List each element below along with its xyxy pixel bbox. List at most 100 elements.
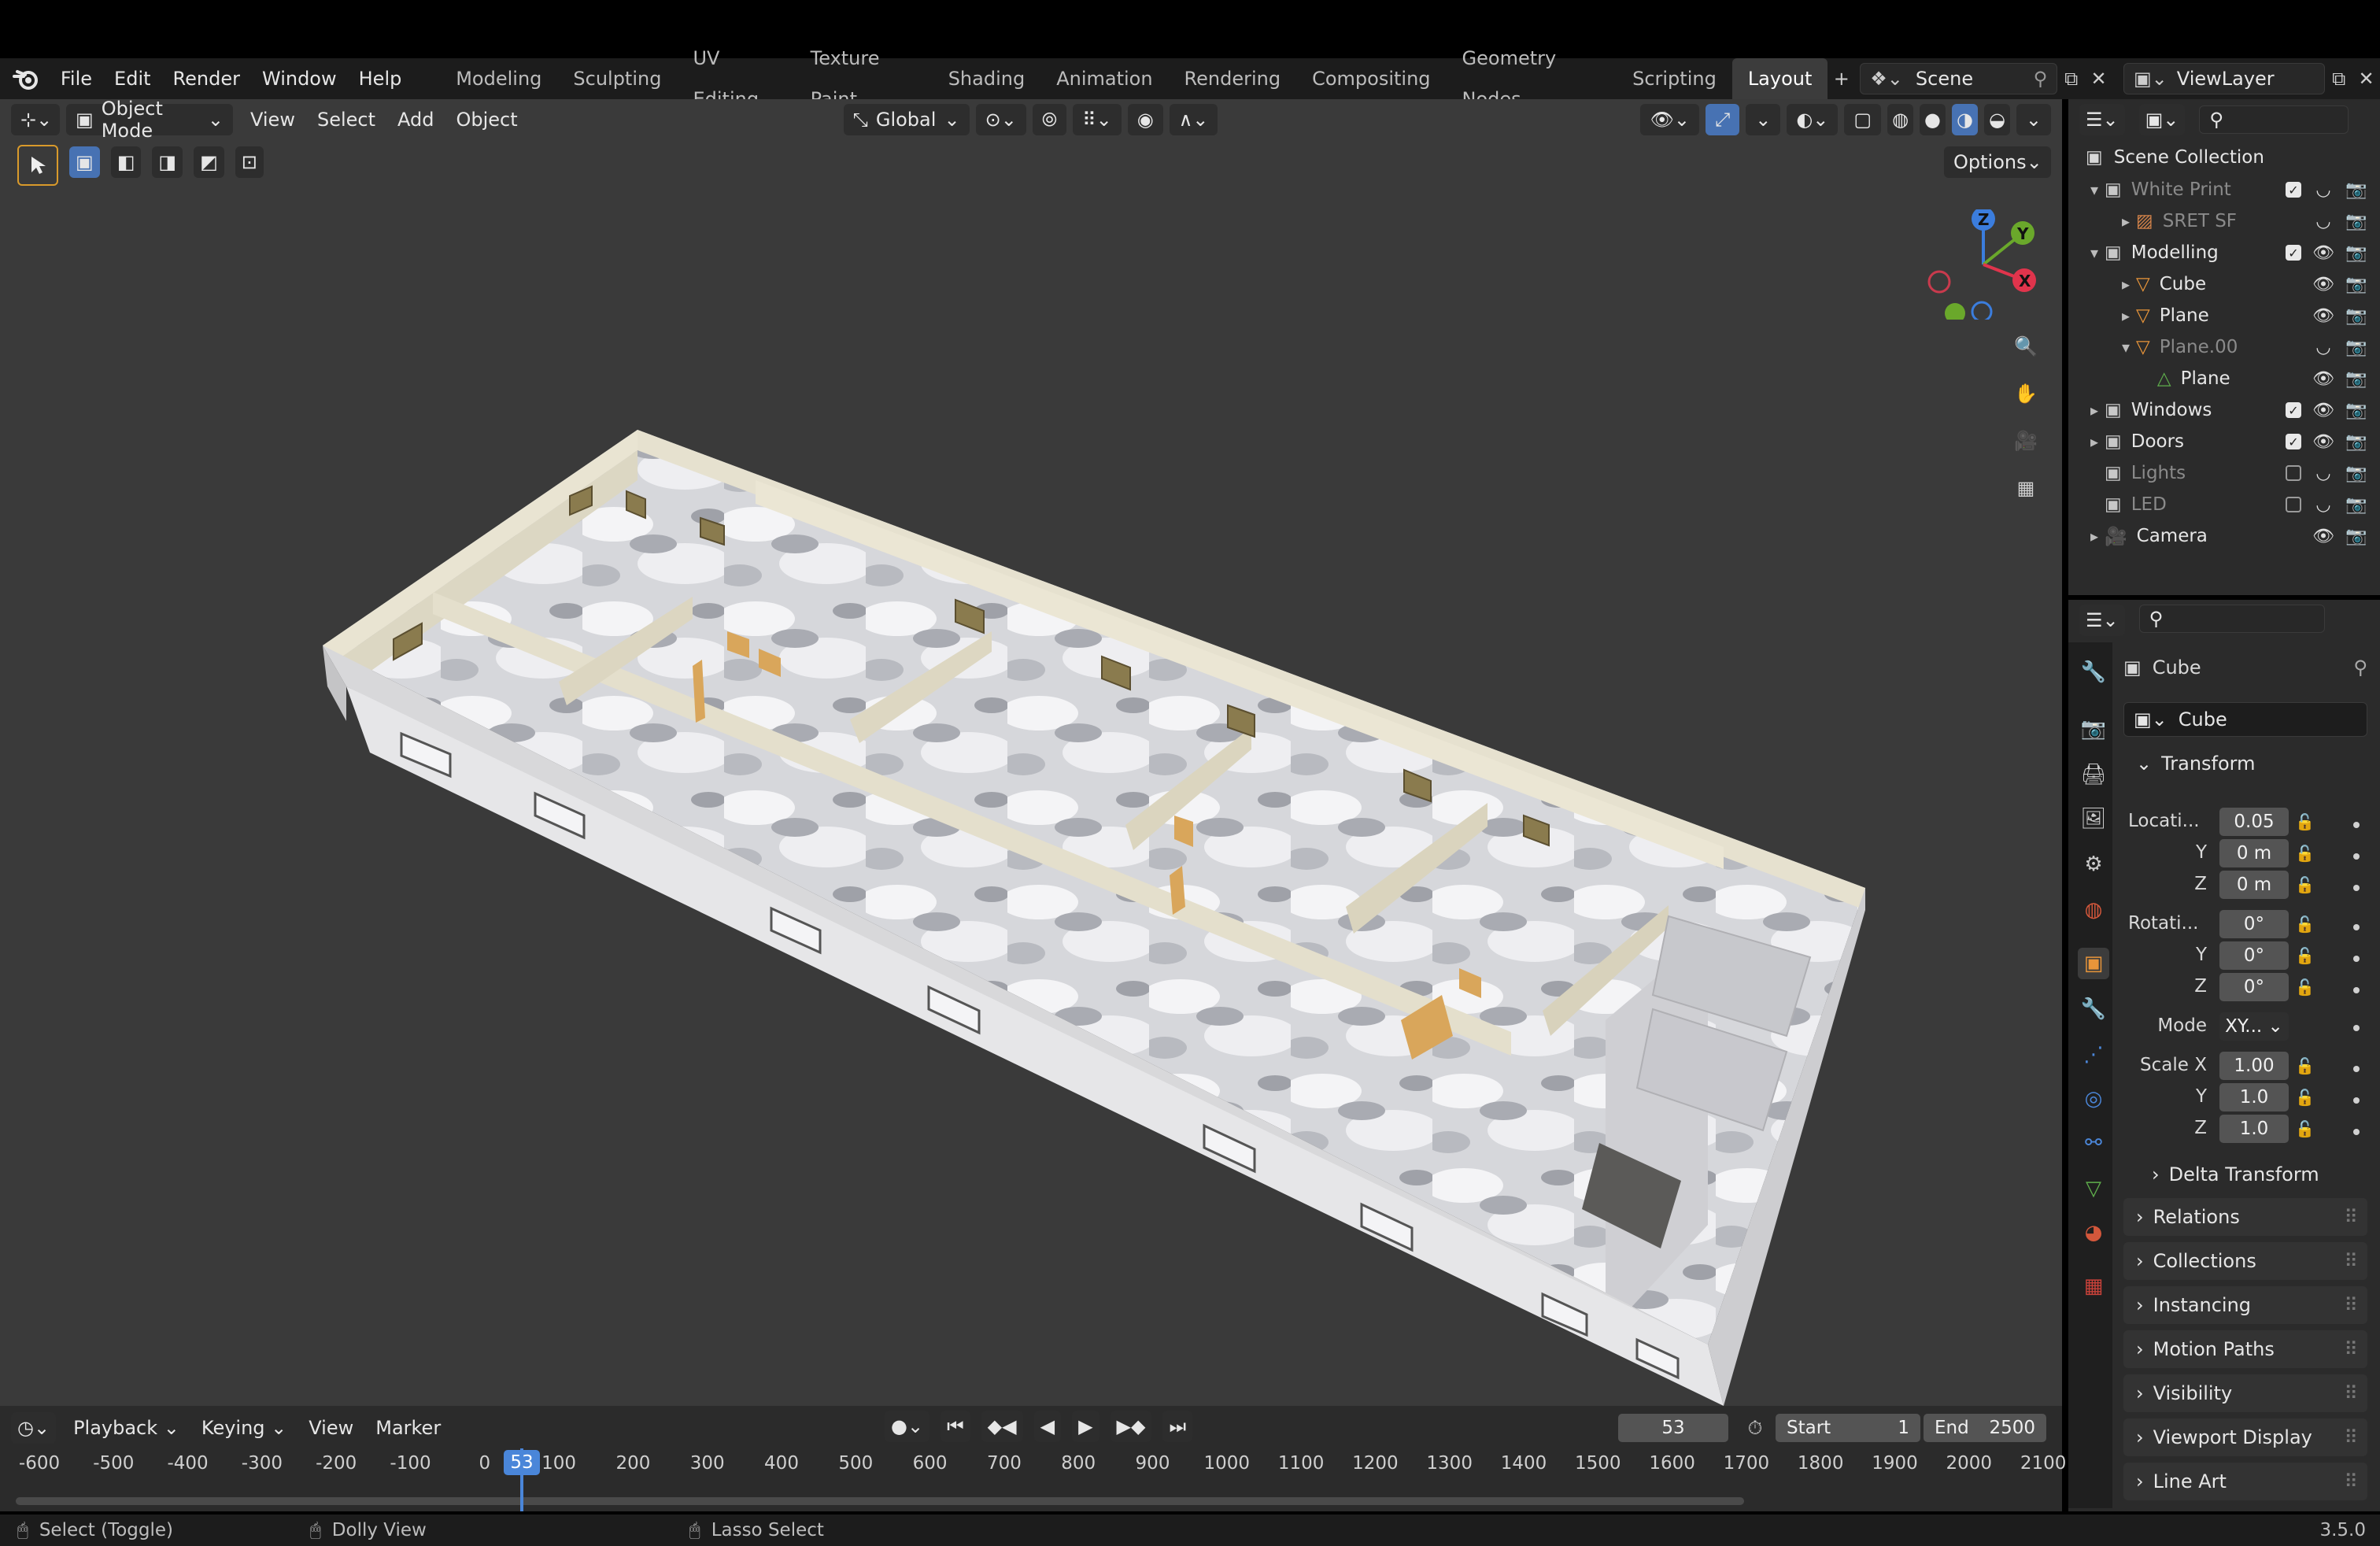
delete-viewlayer-icon[interactable]: ✕	[2352, 63, 2380, 94]
scene-selector[interactable]: ❖⌄ Scene ⚲	[1860, 63, 2058, 94]
exclude-checkbox[interactable]: ✓	[2286, 402, 2301, 418]
scale-y-field[interactable]: 1.0	[2219, 1083, 2289, 1111]
visibility-eye-icon[interactable]: ◡	[2312, 494, 2334, 516]
render-camera-icon[interactable]: 📷	[2345, 431, 2367, 453]
keyframe-dot-icon[interactable]	[2353, 1066, 2360, 1072]
outliner-item-led[interactable]: ▣ LED ◡ 📷	[2068, 489, 2380, 520]
outliner-item-cube[interactable]: ▸ ▽ Cube 👁 📷	[2068, 268, 2380, 300]
expand-arrow-icon[interactable]: ▾	[2068, 243, 2105, 262]
texture-tab-icon[interactable]: ▦	[2078, 1270, 2109, 1302]
outliner-scene-collection[interactable]: ▣ Scene Collection	[2068, 142, 2380, 173]
render-camera-icon[interactable]: 📷	[2345, 273, 2367, 295]
visibility-eye-icon[interactable]: ◡	[2312, 179, 2334, 201]
drag-handle-icon[interactable]: ⠿	[2344, 1382, 2358, 1404]
lock-icon[interactable]: 🔓	[2295, 915, 2315, 934]
render-tab-icon[interactable]: 📷	[2078, 713, 2109, 745]
gizmo-toggle-icon[interactable]: ⤢	[1706, 104, 1740, 135]
outliner-item-white-print[interactable]: ▾ ▣ White Print ✓ ◡ 📷	[2068, 174, 2380, 205]
material-shading-icon[interactable]: ◑	[1951, 104, 1978, 135]
select-intersect-icon[interactable]: ⊡	[235, 146, 264, 178]
expand-arrow-icon[interactable]: ▸	[2068, 212, 2136, 231]
tab-compositing[interactable]: Compositing	[1296, 58, 1446, 99]
properties-editor-type-icon[interactable]: ☰⌄	[2079, 605, 2125, 636]
render-camera-icon[interactable]: 📷	[2345, 368, 2367, 390]
keyframe-dot-icon[interactable]	[2353, 1129, 2360, 1135]
next-keyframe-icon[interactable]: ▶◆	[1110, 1411, 1152, 1442]
panel-viewport-display[interactable]: › Viewport Display ⠿	[2123, 1418, 2367, 1456]
render-camera-icon[interactable]: 📷	[2345, 399, 2367, 421]
playhead-frame-label[interactable]: 53	[504, 1450, 540, 1475]
visibility-eye-icon[interactable]: 👁	[2312, 305, 2334, 327]
lock-icon[interactable]: 🔓	[2295, 1088, 2315, 1107]
material-tab-icon[interactable]: ◕	[2078, 1217, 2109, 1248]
timeline-menu-playback[interactable]: Playback ⌄	[62, 1407, 190, 1448]
render-camera-icon[interactable]: 📷	[2345, 462, 2367, 484]
current-frame-field[interactable]: 53	[1618, 1414, 1728, 1442]
blender-logo-icon[interactable]	[13, 63, 40, 94]
exclude-checkbox[interactable]	[2286, 497, 2301, 512]
outliner-item-plane[interactable]: △ Plane 👁 📷	[2068, 363, 2380, 394]
rotation-x-field[interactable]: 0°	[2219, 910, 2289, 938]
tab-modeling[interactable]: Modeling	[440, 58, 557, 99]
outliner-display-mode-icon[interactable]: ▣⌄	[2138, 104, 2186, 135]
play-reverse-icon[interactable]: ◀	[1033, 1411, 1062, 1442]
add-workspace-icon[interactable]: +	[1828, 63, 1855, 94]
drag-handle-icon[interactable]: ⠿	[2344, 1294, 2358, 1316]
start-frame-field[interactable]: Start 1	[1776, 1414, 1920, 1442]
outliner-item-lights[interactable]: ▣ Lights ◡ 📷	[2068, 457, 2380, 489]
expand-arrow-icon[interactable]: ▸	[2068, 432, 2105, 451]
outliner-item-plane-00[interactable]: ▾ ▽ Plane.00 ◡ 📷	[2068, 331, 2380, 363]
keyframe-dot-icon[interactable]	[2353, 853, 2360, 860]
tool-tab-icon[interactable]: 🔧	[2078, 656, 2109, 688]
jump-end-icon[interactable]: ⏭	[1162, 1411, 1193, 1442]
tab-scripting[interactable]: Scripting	[1617, 58, 1732, 99]
rotation-z-field[interactable]: 0°	[2219, 973, 2289, 1001]
viewport-menu-object[interactable]: Object	[445, 99, 528, 140]
visibility-eye-icon[interactable]: ◡	[2312, 462, 2334, 484]
jump-start-icon[interactable]: ⏮	[941, 1411, 970, 1442]
object-tab-icon[interactable]: ▣	[2078, 948, 2109, 979]
keyframe-dot-icon[interactable]	[2353, 956, 2360, 962]
proportional-edit-icon[interactable]: ◉	[1127, 104, 1163, 135]
rendered-shading-icon[interactable]: ◒	[1983, 104, 2010, 135]
lock-icon[interactable]: 🔓	[2295, 875, 2315, 894]
prev-keyframe-icon[interactable]: ◆◀	[981, 1411, 1023, 1442]
visibility-eye-icon[interactable]: 👁	[2312, 273, 2334, 295]
falloff-icon[interactable]: ∧⌄	[1169, 104, 1218, 135]
properties-search-input[interactable]: ⚲	[2138, 605, 2325, 633]
visibility-eye-icon[interactable]: 👁	[2312, 242, 2334, 264]
lock-icon[interactable]: 🔓	[2295, 978, 2315, 997]
visibility-eye-icon[interactable]: 👁	[2312, 368, 2334, 390]
location-z-field[interactable]: 0 m	[2219, 871, 2289, 899]
select-extend-icon[interactable]: ◧	[110, 146, 142, 178]
physics-tab-icon[interactable]: ◎	[2078, 1083, 2109, 1115]
shading-dropdown-icon[interactable]: ⌄	[2016, 104, 2051, 135]
outliner-item-modelling[interactable]: ▾ ▣ Modelling ✓ 👁 📷	[2068, 237, 2380, 268]
pan-hand-icon[interactable]: ✋	[2009, 376, 2043, 411]
keyframe-dot-icon[interactable]	[2353, 924, 2360, 930]
record-icon[interactable]: ●⌄	[885, 1411, 930, 1442]
render-camera-icon[interactable]: 📷	[2345, 336, 2367, 358]
play-icon[interactable]: ▶	[1072, 1411, 1099, 1442]
panel-line-art[interactable]: › Line Art ⠿	[2123, 1463, 2367, 1500]
keyframe-dot-icon[interactable]	[2353, 987, 2360, 993]
wireframe-shading-icon[interactable]: ◍	[1887, 104, 1914, 135]
render-camera-icon[interactable]: 📷	[2345, 525, 2367, 547]
pivot-icon[interactable]: ⊙⌄	[975, 104, 1026, 135]
viewport-menu-select[interactable]: Select	[306, 99, 386, 140]
timeline-menu-keying[interactable]: Keying ⌄	[190, 1407, 298, 1448]
render-camera-icon[interactable]: 📷	[2345, 242, 2367, 264]
outliner-search-input[interactable]: ⚲	[2199, 105, 2349, 134]
visibility-eye-icon[interactable]: 👁	[2312, 431, 2334, 453]
navigation-gizmo[interactable]: Z Y X	[1920, 209, 2046, 320]
modifier-tab-icon[interactable]: 🔧	[2078, 993, 2109, 1025]
perspective-toggle-icon[interactable]: ▦	[2009, 471, 2043, 505]
exclude-checkbox[interactable]: ✓	[2286, 434, 2301, 449]
delta-transform-header[interactable]: › Delta Transform	[2139, 1156, 2367, 1193]
panel-motion-paths[interactable]: › Motion Paths ⠿	[2123, 1330, 2367, 1368]
scale-x-field[interactable]: 1.00	[2219, 1052, 2289, 1080]
viewport-menu-view[interactable]: View	[239, 99, 306, 140]
lock-icon[interactable]: 🔓	[2295, 1119, 2315, 1138]
outliner-item-windows[interactable]: ▸ ▣ Windows ✓ 👁 📷	[2068, 394, 2380, 426]
constraints-tab-icon[interactable]: ⚯	[2078, 1127, 2109, 1159]
